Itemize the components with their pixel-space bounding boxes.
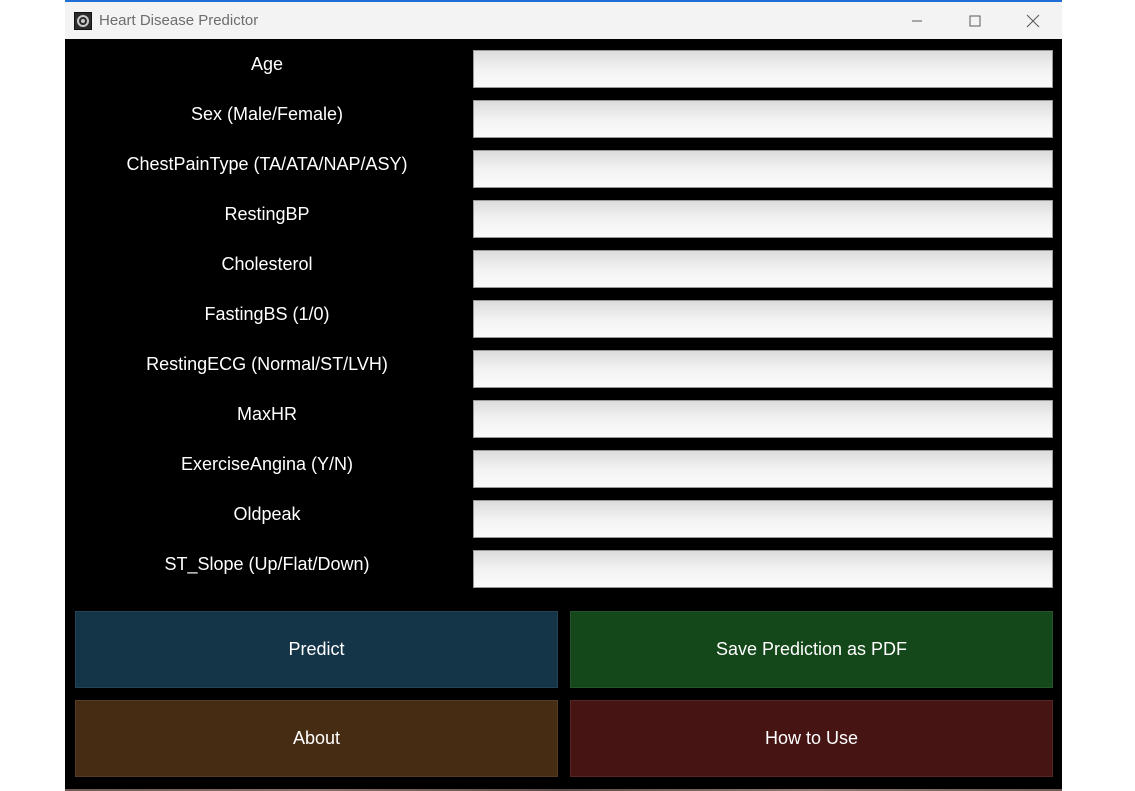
- save-pdf-button[interactable]: Save Prediction as PDF: [570, 611, 1053, 688]
- form-row-st-slope: ST_Slope (Up/Flat/Down): [65, 539, 1062, 589]
- cholesterol-input[interactable]: [473, 250, 1053, 288]
- minimize-button[interactable]: [888, 2, 946, 39]
- form-row-chest-pain-type: ChestPainType (TA/ATA/NAP/ASY): [65, 139, 1062, 189]
- st-slope-label: ST_Slope (Up/Flat/Down): [164, 554, 370, 574]
- form-row-age: Age: [65, 39, 1062, 89]
- target-icon: [74, 11, 92, 30]
- form-row-sex: Sex (Male/Female): [65, 89, 1062, 139]
- oldpeak-input[interactable]: [473, 500, 1053, 538]
- form-row-oldpeak: Oldpeak: [65, 489, 1062, 539]
- form-row-max-hr: MaxHR: [65, 389, 1062, 439]
- about-button-label: About: [292, 728, 341, 748]
- exercise-angina-label: ExerciseAngina (Y/N): [180, 454, 354, 474]
- max-hr-input[interactable]: [473, 400, 1053, 438]
- how-to-use-button-label: How to Use: [764, 728, 859, 748]
- resting-bp-input[interactable]: [473, 200, 1053, 238]
- chest-pain-type-label: ChestPainType (TA/ATA/NAP/ASY): [126, 154, 408, 174]
- predict-button-label: Predict: [288, 639, 345, 659]
- exercise-angina-input[interactable]: [473, 450, 1053, 488]
- resting-ecg-input[interactable]: [473, 350, 1053, 388]
- fasting-bs-input[interactable]: [473, 300, 1053, 338]
- maximize-button[interactable]: [946, 2, 1004, 39]
- resting-ecg-label: RestingECG (Normal/ST/LVH): [146, 354, 388, 374]
- chest-pain-type-input[interactable]: [473, 150, 1053, 188]
- about-button[interactable]: About: [75, 700, 558, 777]
- cholesterol-label: Cholesterol: [221, 254, 313, 274]
- fasting-bs-label: FastingBS (1/0): [204, 304, 330, 324]
- maximize-icon: [969, 15, 981, 26]
- form-row-cholesterol: Cholesterol: [65, 239, 1062, 289]
- window-controls: [888, 2, 1062, 39]
- form-row-exercise-angina: ExerciseAngina (Y/N): [65, 439, 1062, 489]
- how-to-use-button[interactable]: How to Use: [570, 700, 1053, 777]
- age-label: Age: [250, 54, 284, 74]
- minimize-icon: [912, 20, 922, 21]
- window-title: Heart Disease Predictor: [99, 12, 259, 29]
- predict-button[interactable]: Predict: [75, 611, 558, 688]
- title-bar[interactable]: Heart Disease Predictor: [65, 2, 1062, 39]
- age-input[interactable]: [473, 50, 1053, 88]
- close-button[interactable]: [1004, 2, 1062, 39]
- max-hr-label: MaxHR: [236, 404, 297, 424]
- form-row-resting-bp: RestingBP: [65, 189, 1062, 239]
- save-pdf-button-label: Save Prediction as PDF: [715, 639, 908, 659]
- app-window: Heart Disease Predictor Age Sex (Male/Fe…: [65, 0, 1062, 791]
- sex-input[interactable]: [473, 100, 1053, 138]
- st-slope-input[interactable]: [473, 550, 1053, 588]
- form-row-resting-ecg: RestingECG (Normal/ST/LVH): [65, 339, 1062, 389]
- close-icon: [1026, 14, 1040, 27]
- form-row-fasting-bs: FastingBS (1/0): [65, 289, 1062, 339]
- oldpeak-label: Oldpeak: [233, 504, 301, 524]
- resting-bp-label: RestingBP: [224, 204, 310, 224]
- sex-label: Sex (Male/Female): [190, 104, 344, 124]
